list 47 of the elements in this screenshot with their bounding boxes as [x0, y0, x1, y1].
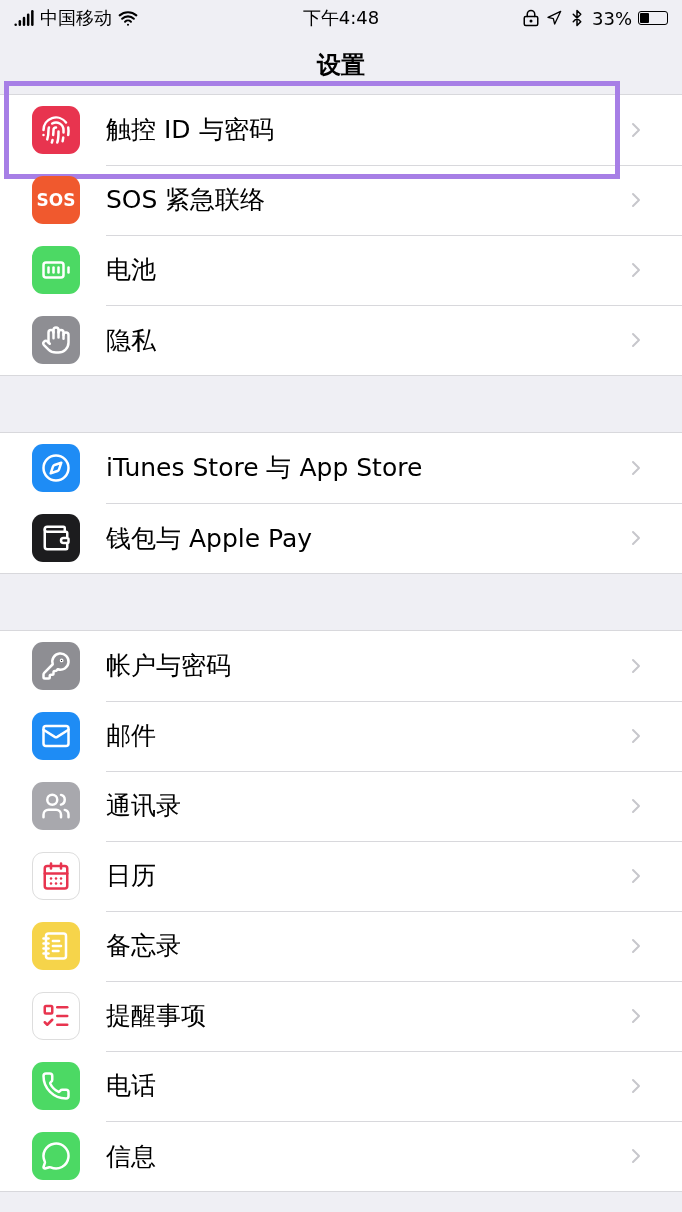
row-label: 帐户与密码 [106, 650, 231, 682]
row-label: 隐私 [106, 324, 156, 357]
clock: 下午4:48 [302, 6, 380, 30]
settings-row[interactable]: 通讯录 [0, 771, 682, 841]
row-label: 电话 [106, 1070, 156, 1102]
hand-icon [41, 325, 71, 355]
row-label: 邮件 [106, 720, 156, 752]
settings-row[interactable]: 邮件 [0, 701, 682, 771]
location-icon [546, 10, 562, 26]
compass-icon [41, 453, 71, 483]
row-label: SOS 紧急联络 [106, 184, 266, 216]
page-title: 设置 [317, 50, 365, 81]
speech-bubble-icon [41, 1141, 71, 1171]
signal-icon [14, 8, 34, 28]
row-label: 通讯录 [106, 790, 181, 822]
settings-row[interactable]: 帐户与密码 [0, 631, 682, 701]
row-label: 提醒事项 [106, 1000, 206, 1032]
row-label: 电池 [106, 254, 156, 286]
row-label: 钱包与 Apple Pay [106, 522, 313, 555]
wallet-icon [41, 523, 71, 553]
row-label: iTunes Store 与 App Store [106, 452, 423, 484]
settings-row[interactable]: 钱包与 Apple Pay [0, 503, 682, 573]
settings-row[interactable]: 提醒事项 [0, 981, 682, 1051]
calendar-icon [41, 861, 71, 891]
row-label: 触控 ID 与密码 [106, 114, 274, 146]
settings-row[interactable]: 备忘录 [0, 911, 682, 981]
carrier-name: 中国移动 [40, 6, 112, 30]
settings-row[interactable]: 电池 [0, 235, 682, 305]
fingerprint-icon [41, 115, 71, 145]
settings-row[interactable]: iTunes Store 与 App Store [0, 433, 682, 503]
battery-icon [638, 11, 668, 25]
settings-row[interactable]: 电话 [0, 1051, 682, 1121]
people-icon [41, 791, 71, 821]
key-icon [41, 651, 71, 681]
settings-row[interactable]: 信息 [0, 1121, 682, 1191]
row-label: 信息 [106, 1140, 156, 1173]
row-label: 备忘录 [106, 930, 181, 962]
phone-icon [41, 1071, 71, 1101]
wifi-icon [118, 8, 138, 28]
battery-percent: 33% [592, 7, 632, 29]
settings-row[interactable]: 触控 ID 与密码 [0, 95, 682, 165]
settings-row[interactable]: 日历 [0, 841, 682, 911]
settings-row[interactable]: 隐私 [0, 305, 682, 375]
row-label: 日历 [106, 860, 156, 892]
sos-label: SOS [36, 190, 76, 210]
rotation-lock-icon [522, 9, 540, 27]
settings-row[interactable]: SOS SOS 紧急联络 [0, 165, 682, 235]
